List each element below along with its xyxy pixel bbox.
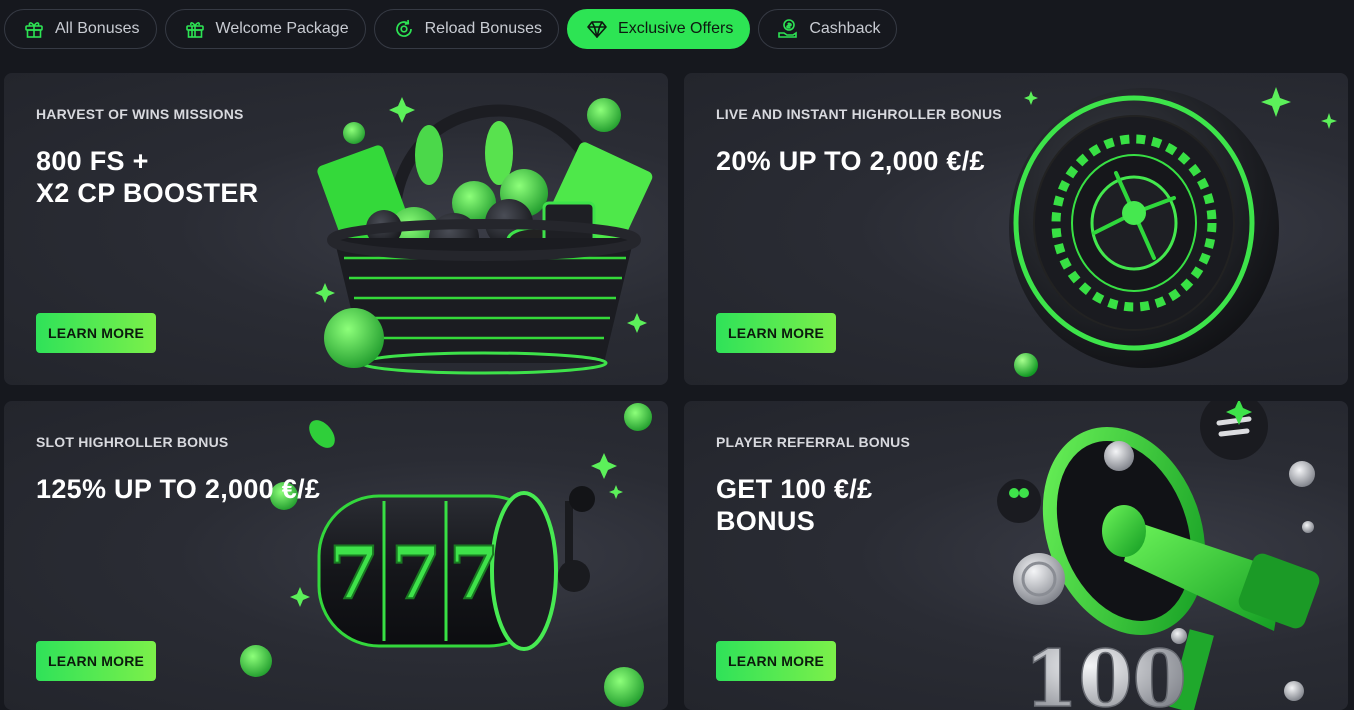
card-headline: 20% UP TO 2,000 €/£ bbox=[716, 145, 985, 177]
svg-text:7: 7 bbox=[449, 530, 499, 615]
slot-reels-illustration: 777 bbox=[240, 403, 652, 707]
svg-text:7: 7 bbox=[391, 530, 441, 615]
tab-label: All Bonuses bbox=[55, 20, 140, 37]
gift-box-icon bbox=[184, 18, 206, 40]
art-text-100: 100 bbox=[1024, 634, 1187, 710]
bonus-card-live-highroller: LIVE AND INSTANT HIGHROLLER BONUS 20% UP… bbox=[684, 73, 1348, 385]
tab-all-bonuses[interactable]: All Bonuses bbox=[4, 9, 157, 49]
headline-line: 125% UP TO 2,000 €/£ bbox=[36, 474, 321, 504]
bonus-card-player-referral: PLAYER REFERRAL BONUS GET 100 €/£ BONUS … bbox=[684, 401, 1348, 710]
tab-label: Cashback bbox=[809, 20, 881, 37]
harvest-basket-illustration bbox=[315, 97, 653, 375]
tab-exclusive-offers[interactable]: Exclusive Offers bbox=[567, 9, 751, 49]
learn-more-button[interactable]: LEARN MORE bbox=[716, 313, 836, 353]
learn-more-button[interactable]: LEARN MORE bbox=[716, 641, 836, 681]
card-label: SLOT HIGHROLLER BONUS bbox=[36, 434, 229, 450]
card-headline: 800 FS + X2 CP BOOSTER bbox=[36, 145, 258, 209]
headline-line: BONUS bbox=[716, 506, 816, 536]
card-headline: GET 100 €/£ BONUS bbox=[716, 473, 872, 537]
headline-line: 800 FS + bbox=[36, 146, 149, 176]
tab-reload-bonuses[interactable]: Reload Bonuses bbox=[373, 9, 560, 49]
card-headline: 125% UP TO 2,000 €/£ bbox=[36, 473, 320, 505]
headline-line: X2 CP BOOSTER bbox=[36, 178, 259, 208]
headline-line: GET 100 €/£ bbox=[716, 474, 873, 504]
tab-welcome-package[interactable]: Welcome Package bbox=[164, 9, 366, 49]
card-label: LIVE AND INSTANT HIGHROLLER BONUS bbox=[716, 106, 1002, 122]
card-label: PLAYER REFERRAL BONUS bbox=[716, 434, 911, 450]
svg-text:7: 7 bbox=[329, 530, 379, 615]
learn-more-button[interactable]: LEARN MORE bbox=[36, 641, 156, 681]
bonus-card-harvest: HARVEST OF WINS MISSIONS 800 FS + X2 CP … bbox=[4, 73, 668, 385]
roulette-wheel-illustration bbox=[1009, 87, 1337, 377]
bonus-category-tabs: All Bonuses Welcome Package Reload Bonus… bbox=[4, 9, 898, 49]
bonus-card-slot-highroller: SLOT HIGHROLLER BONUS 125% UP TO 2,000 €… bbox=[4, 401, 668, 710]
tab-label: Exclusive Offers bbox=[618, 20, 734, 37]
cashback-hand-icon bbox=[777, 18, 799, 40]
tab-label: Reload Bonuses bbox=[424, 20, 543, 37]
reload-icon bbox=[393, 18, 415, 40]
gift-icon bbox=[23, 18, 45, 40]
learn-more-button[interactable]: LEARN MORE bbox=[36, 313, 156, 353]
card-label: HARVEST OF WINS MISSIONS bbox=[36, 106, 244, 122]
tab-label: Welcome Package bbox=[215, 20, 349, 37]
tab-cashback[interactable]: Cashback bbox=[758, 9, 898, 49]
headline-line: 20% UP TO 2,000 €/£ bbox=[716, 146, 985, 176]
megaphone-illustration: 100 bbox=[997, 401, 1320, 710]
diamond-icon bbox=[586, 18, 608, 40]
